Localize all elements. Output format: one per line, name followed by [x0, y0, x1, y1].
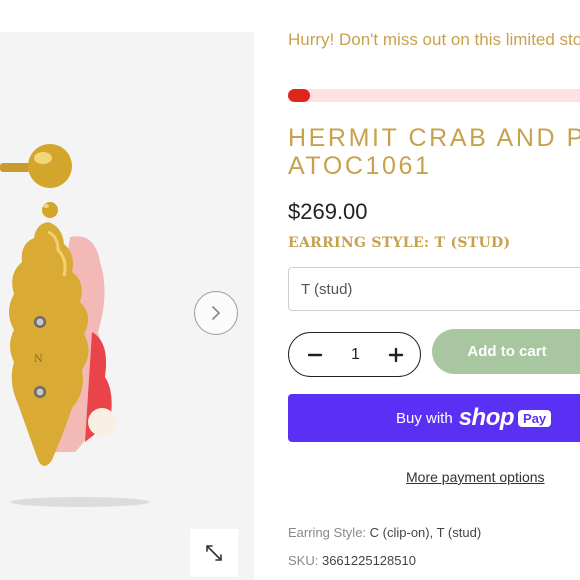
sku-value: 3661225128510 — [321, 553, 416, 568]
sku-label: SKU: — [288, 553, 322, 568]
sku-meta: SKU: 3661225128510 — [288, 553, 416, 568]
earring-style-select[interactable]: T (stud) — [288, 267, 580, 311]
add-to-cart-button[interactable]: Add to cart — [432, 329, 580, 374]
stock-progress-fill — [288, 89, 311, 102]
earring-style-meta-label: Earring Style: — [288, 525, 370, 540]
stock-message: Hurry! Don't miss out on this limited st… — [288, 30, 580, 49]
product-price: $269.00 — [288, 199, 368, 224]
quantity-value[interactable]: 1 — [351, 346, 360, 364]
product-title-line-1: HERMIT CRAB AND PE — [288, 124, 580, 152]
shop-pay-button[interactable]: Buy with shop Pay — [288, 394, 580, 442]
product-title: HERMIT CRAB AND PE ATOC1061 — [288, 124, 580, 180]
svg-text:N: N — [34, 354, 43, 365]
product-title-line-2: ATOC1061 — [288, 152, 432, 180]
product-gallery: N — [0, 32, 254, 580]
product-info: Hurry! Don't miss out on this limited st… — [288, 0, 580, 580]
chevron-right-icon — [212, 306, 220, 320]
minus-icon — [307, 353, 323, 356]
plus-icon — [388, 347, 404, 362]
shop-pay-logo: shop — [458, 404, 515, 431]
shop-pay-prefix: Buy with — [396, 409, 453, 427]
decrease-quantity-button[interactable] — [305, 345, 325, 365]
next-image-button[interactable] — [194, 291, 238, 335]
earring-style-meta: Earring Style: C (clip-on), T (stud) — [288, 525, 481, 540]
more-payment-options-link[interactable]: More payment options — [406, 469, 545, 485]
earring-style-meta-value: C (clip-on), T (stud) — [369, 525, 482, 540]
quantity-stepper: 1 — [288, 332, 421, 377]
shop-pay-badge: Pay — [518, 409, 552, 427]
earring-style-value: T (stud) — [301, 280, 353, 298]
increase-quantity-button[interactable] — [386, 345, 406, 365]
earring-style-label: EARRING STYLE: T (STUD) — [288, 235, 511, 251]
expand-icon — [206, 545, 222, 561]
stock-progress-bar — [288, 89, 580, 102]
zoom-button[interactable] — [190, 529, 238, 577]
